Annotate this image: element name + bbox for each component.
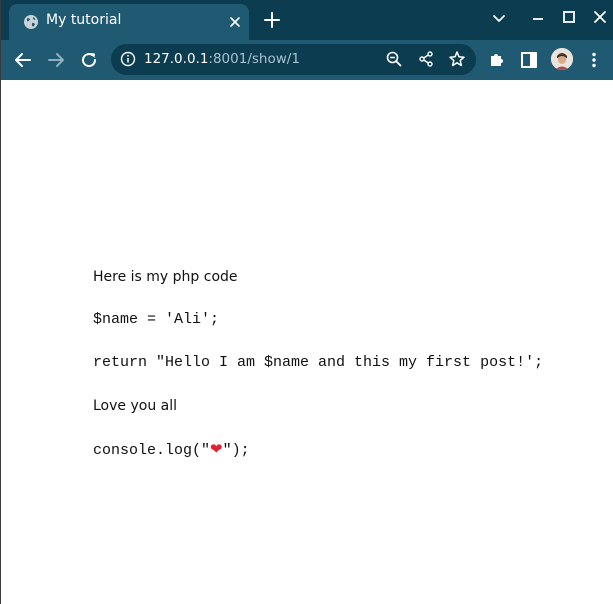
share-icon[interactable] <box>417 50 435 68</box>
close-icon[interactable] <box>227 14 243 30</box>
code-line-return: return "Hello I am $name and this my fir… <box>93 354 544 371</box>
closing-text: Love you all <box>93 398 177 414</box>
info-icon[interactable] <box>120 51 136 67</box>
tab-my-tutorial[interactable]: My tutorial <box>9 4 249 40</box>
reload-icon[interactable] <box>79 50 99 70</box>
arrow-left-icon[interactable] <box>13 50 33 70</box>
console-prefix: console.log(" <box>93 442 211 459</box>
zoom-out-icon[interactable] <box>385 50 403 68</box>
chevron-down-icon[interactable] <box>489 8 509 28</box>
side-panel-icon[interactable] <box>519 50 539 70</box>
url-text[interactable]: 127.0.0.1:8001/show/1 <box>144 51 300 67</box>
arrow-right-icon[interactable] <box>46 50 66 70</box>
kebab-menu-icon[interactable] <box>584 50 604 70</box>
address-bar[interactable]: 127.0.0.1:8001/show/1 <box>111 44 476 75</box>
globe-icon <box>23 14 39 30</box>
star-icon[interactable] <box>448 50 466 68</box>
tab-title: My tutorial <box>46 12 122 28</box>
url-path: :8001/show/1 <box>208 51 300 67</box>
puzzle-icon[interactable] <box>487 50 507 70</box>
browser-window: My tutorial 127.0.0.1:8001/show/1 Here i… <box>0 0 613 604</box>
intro-text: Here is my php code <box>93 269 238 285</box>
page-content: Here is my php code $name = 'Ali'; retur… <box>1 80 613 604</box>
maximize-icon[interactable] <box>559 8 579 28</box>
heart-emoji: ❤ <box>210 442 223 459</box>
avatar[interactable] <box>551 48 573 70</box>
close-icon[interactable] <box>590 8 610 28</box>
tab-strip: My tutorial <box>1 0 613 40</box>
plus-icon[interactable] <box>263 11 281 29</box>
minimize-icon[interactable] <box>528 8 548 28</box>
console-suffix: "); <box>222 442 250 459</box>
url-host: 127.0.0.1 <box>144 51 209 67</box>
code-line-console: console.log("❤"); <box>93 440 250 459</box>
code-line-name: $name = 'Ali'; <box>93 311 220 328</box>
